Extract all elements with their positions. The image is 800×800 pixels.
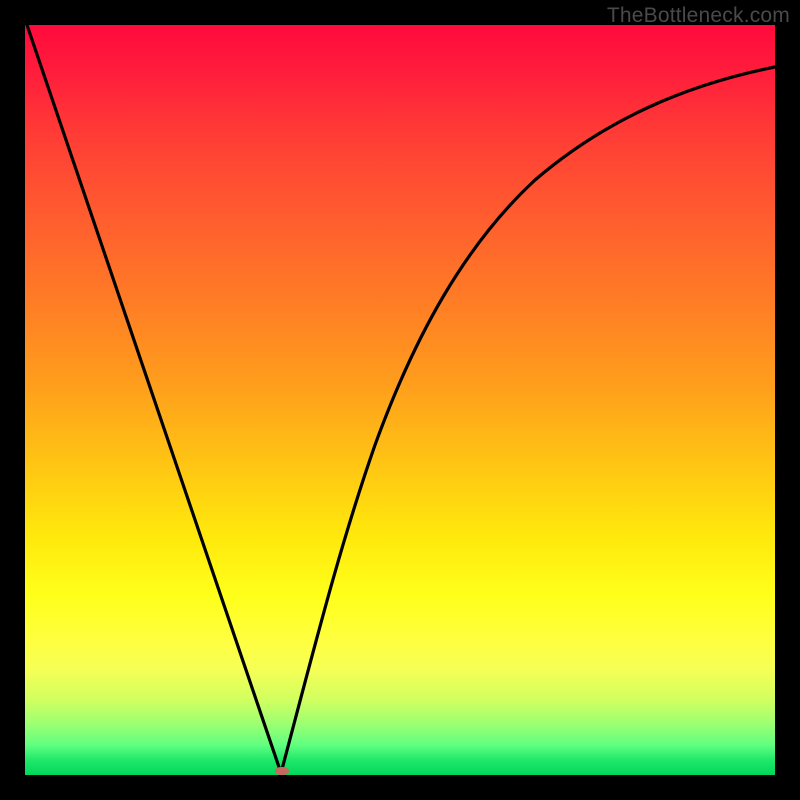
chart-container: TheBottleneck.com xyxy=(0,0,800,800)
plot-area xyxy=(25,25,775,775)
bottleneck-curve xyxy=(25,25,775,775)
curve-path xyxy=(27,25,775,773)
minimum-marker xyxy=(275,767,289,775)
